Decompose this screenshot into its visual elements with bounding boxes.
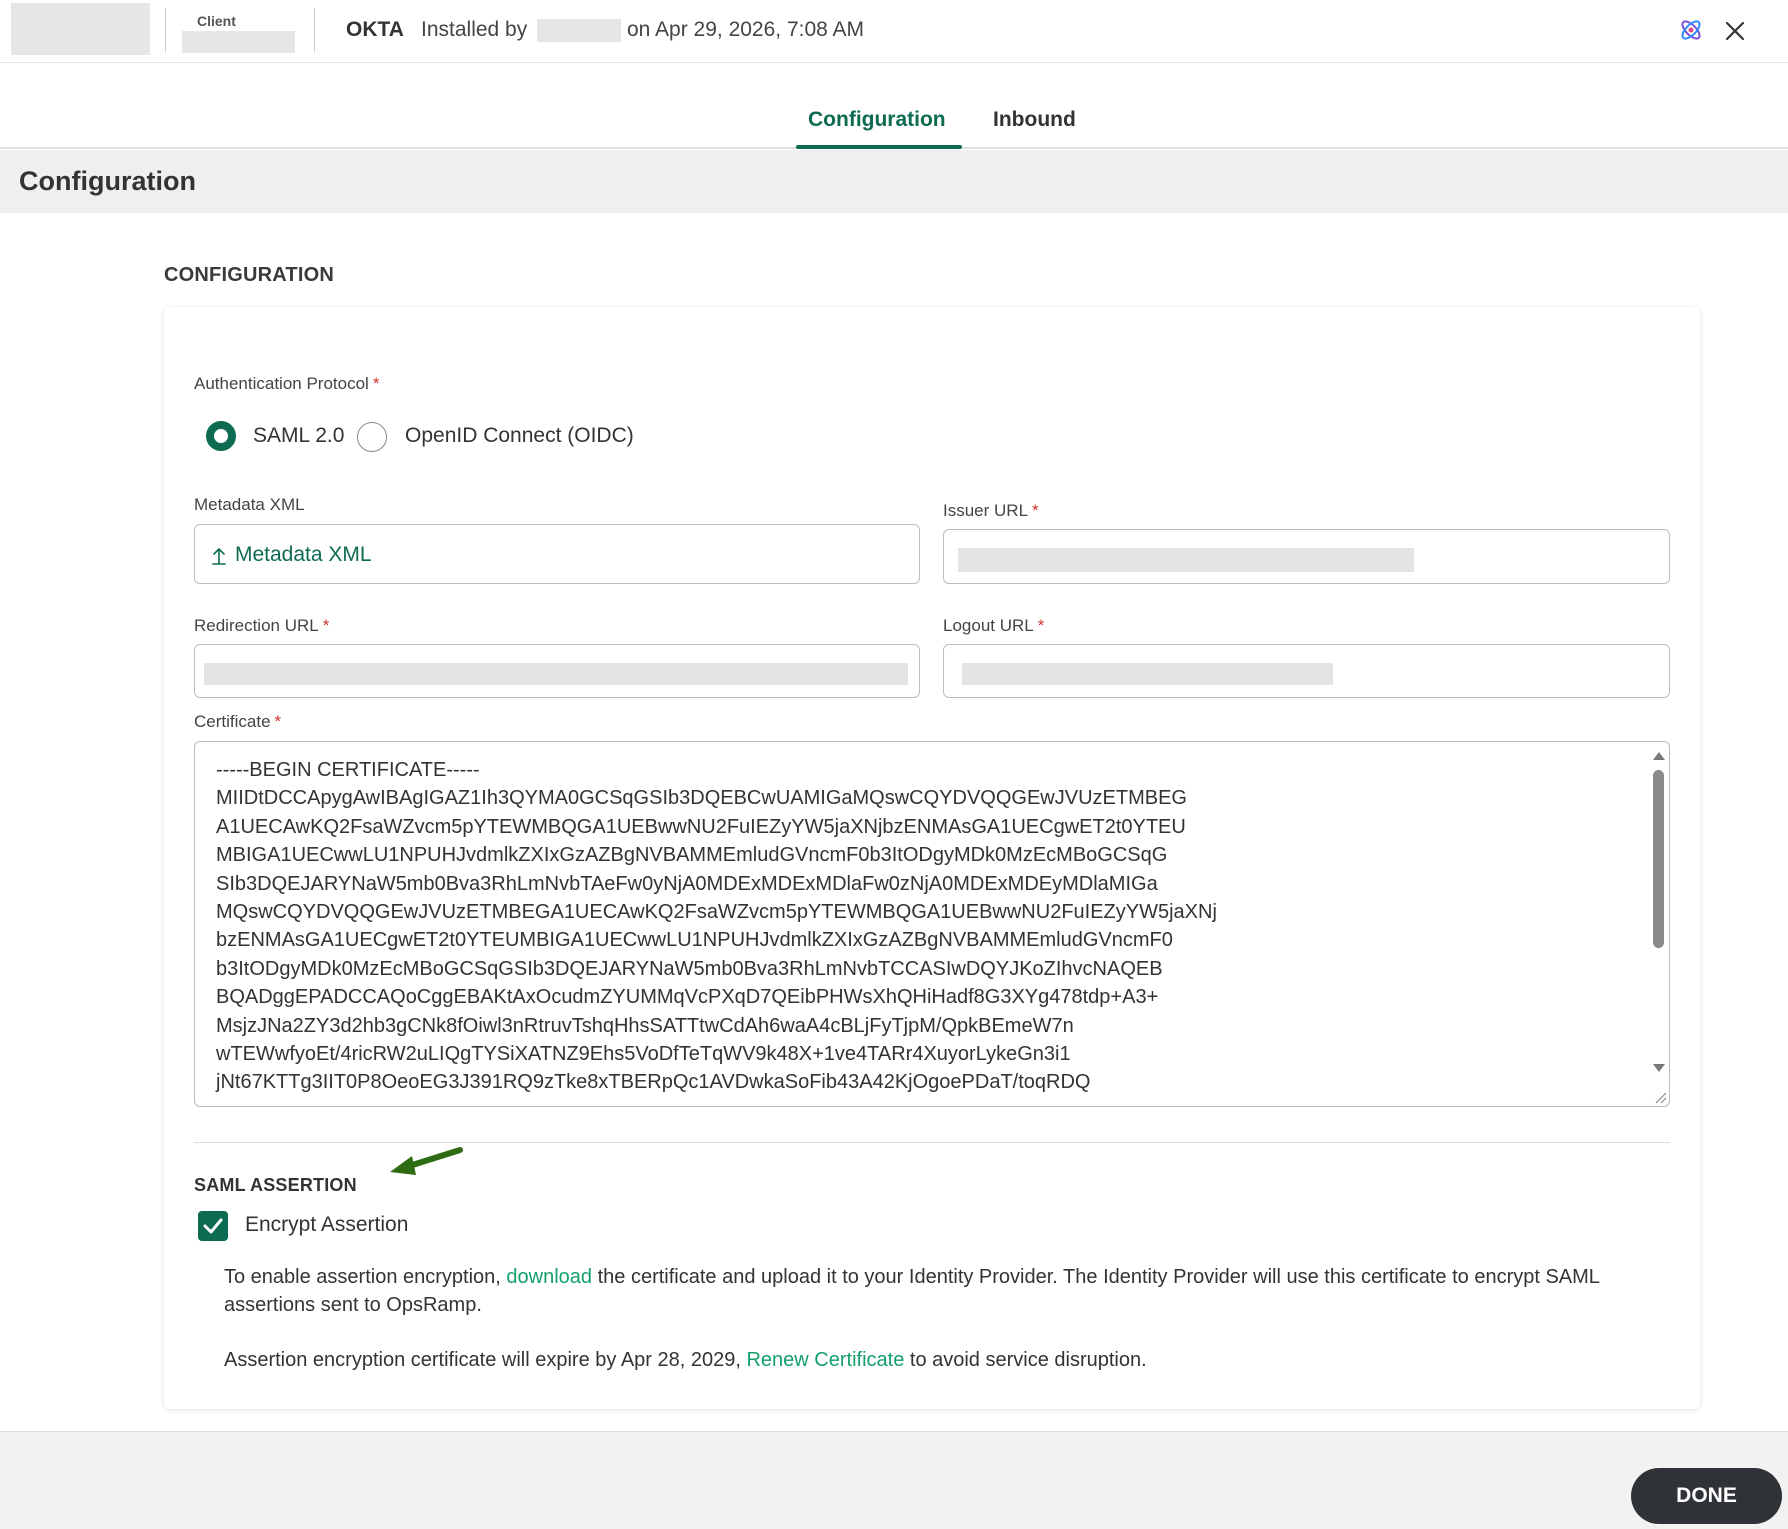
- checkmark-icon: [203, 1218, 223, 1234]
- download-certificate-link[interactable]: download: [506, 1266, 592, 1288]
- installed-by-label: Installed by: [421, 18, 528, 41]
- certificate-textarea[interactable]: -----BEGIN CERTIFICATE----- MIIDtDCCApyg…: [194, 741, 1670, 1107]
- issuer-url-input[interactable]: [943, 529, 1670, 584]
- close-icon[interactable]: [1723, 19, 1747, 43]
- radio-oidc[interactable]: [357, 422, 387, 452]
- logo-placeholder: [11, 3, 150, 55]
- annotation-arrow-icon: [390, 1147, 463, 1175]
- install-date: on Apr 29, 2026, 7:08 AM: [627, 18, 865, 41]
- radio-oidc-label: OpenID Connect (OIDC): [405, 424, 634, 447]
- certificate-value: -----BEGIN CERTIFICATE----- MIIDtDCCApyg…: [216, 759, 1217, 1094]
- saml-assertion-heading: SAML ASSERTION: [194, 1175, 357, 1195]
- logout-url-redacted: [962, 663, 1333, 685]
- certificate-expiry-text: Assertion encryption certificate will ex…: [224, 1346, 1664, 1374]
- app-header: Client OKTA Installed by on Apr 29, 2026…: [0, 0, 1788, 63]
- issuer-url-redacted: [958, 548, 1414, 572]
- tab-configuration[interactable]: Configuration: [808, 108, 946, 132]
- section-divider: [194, 1142, 1670, 1143]
- divider: [314, 8, 315, 52]
- logout-url-input[interactable]: [943, 644, 1670, 698]
- tab-inbound[interactable]: Inbound: [993, 108, 1076, 132]
- done-button[interactable]: DONE: [1631, 1468, 1782, 1524]
- ai-assistant-icon[interactable]: [1678, 17, 1704, 43]
- resize-grip-icon[interactable]: [1653, 1090, 1667, 1104]
- certificate-label: Certificate *: [194, 712, 282, 731]
- section-bar: Configuration: [0, 150, 1788, 213]
- active-tab-indicator: [796, 145, 962, 149]
- expiry-text-after: to avoid service disruption.: [904, 1349, 1147, 1371]
- scroll-thumb[interactable]: [1653, 770, 1664, 948]
- configuration-card: Authentication Protocol * SAML 2.0 OpenID…: [164, 307, 1700, 1409]
- app-name: OKTA: [346, 18, 404, 41]
- encrypt-assertion-label: Encrypt Assertion: [245, 1213, 409, 1236]
- section-title: Configuration: [19, 166, 196, 196]
- scroll-up-icon[interactable]: [1653, 752, 1665, 760]
- issuer-url-label: Issuer URL *: [943, 501, 1039, 520]
- tab-bar: Configuration Inbound: [0, 63, 1788, 149]
- divider: [165, 8, 166, 52]
- renew-certificate-link[interactable]: Renew Certificate: [746, 1349, 904, 1371]
- expiry-text-before: Assertion encryption certificate will ex…: [224, 1349, 747, 1371]
- redirection-url-redacted: [204, 663, 908, 685]
- metadata-xml-label: Metadata XML: [194, 495, 305, 514]
- redirection-url-label: Redirection URL *: [194, 616, 330, 635]
- metadata-upload-label: Metadata XML: [235, 543, 372, 566]
- redirection-url-input[interactable]: [194, 644, 920, 698]
- installer-name-redacted: [537, 19, 621, 42]
- radio-saml-label: SAML 2.0: [253, 424, 345, 447]
- metadata-upload-button[interactable]: Metadata XML: [211, 543, 372, 567]
- logout-url-label: Logout URL *: [943, 616, 1045, 635]
- scroll-down-icon[interactable]: [1653, 1064, 1665, 1072]
- encrypt-assertion-checkbox[interactable]: [198, 1211, 228, 1241]
- client-label: Client: [197, 13, 236, 29]
- auth-protocol-label: Authentication Protocol *: [194, 374, 380, 393]
- footer-bar: [0, 1431, 1788, 1529]
- upload-icon: [212, 547, 226, 565]
- configuration-heading: CONFIGURATION: [164, 264, 334, 286]
- metadata-xml-field[interactable]: Metadata XML: [194, 524, 920, 584]
- encryption-info-text: To enable assertion encryption, download…: [224, 1263, 1664, 1319]
- certificate-scrollbar[interactable]: [1649, 748, 1667, 1098]
- client-name-redacted: [182, 31, 295, 53]
- radio-saml[interactable]: [206, 421, 236, 451]
- encryption-info-before: To enable assertion encryption,: [224, 1266, 507, 1288]
